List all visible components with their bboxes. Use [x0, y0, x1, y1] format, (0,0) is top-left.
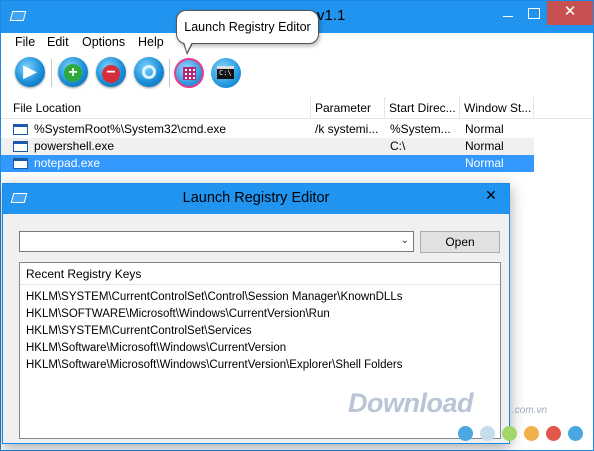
- toolbar-separator: [169, 59, 170, 87]
- list-item[interactable]: HKLM\SYSTEM\CurrentControlSet\Control\Se…: [26, 289, 402, 306]
- dialog-title: Launch Registry Editor: [182, 190, 330, 206]
- watermark-domain: .com.vn: [512, 405, 548, 416]
- add-icon[interactable]: +: [58, 57, 88, 87]
- dialog-close-button[interactable]: ✕: [474, 184, 508, 206]
- list-item[interactable]: notepad.exe Normal: [1, 155, 534, 172]
- list-item[interactable]: %SystemRoot%\System32\cmd.exe /k systemi…: [1, 121, 534, 138]
- watermark-dot: [568, 426, 583, 441]
- tooltip-tail-fill: [184, 42, 192, 52]
- column-file-location[interactable]: File Location: [9, 97, 311, 119]
- menu-help[interactable]: Help: [138, 35, 164, 49]
- menu-edit[interactable]: Edit: [47, 35, 69, 49]
- watermark-logo: Download: [348, 388, 474, 418]
- list-item[interactable]: HKLM\Software\Microsoft\Windows\CurrentV…: [26, 340, 286, 357]
- list-item[interactable]: HKLM\SYSTEM\CurrentControlSet\Services: [26, 323, 252, 340]
- menu-file[interactable]: File: [15, 35, 35, 49]
- command-prompt-icon[interactable]: C:\: [211, 58, 241, 88]
- remove-icon[interactable]: −: [96, 57, 126, 87]
- program-icon: [13, 158, 28, 169]
- main-window-title: v1.1: [317, 7, 346, 24]
- column-parameter[interactable]: Parameter: [311, 97, 385, 119]
- watermark-dot: [546, 426, 561, 441]
- list-header: File Location Parameter Start Direc... W…: [1, 97, 593, 119]
- chevron-down-icon[interactable]: ⌄: [401, 235, 409, 246]
- dialog-title-bar[interactable]: Launch Registry Editor ✕: [3, 184, 509, 214]
- column-start-directory[interactable]: Start Direc...: [385, 97, 460, 119]
- list-item[interactable]: HKLM\SOFTWARE\Microsoft\Windows\CurrentV…: [26, 306, 330, 323]
- list-item[interactable]: HKLM\Software\Microsoft\Windows\CurrentV…: [26, 357, 402, 374]
- open-button[interactable]: Open: [420, 231, 500, 253]
- watermark-dot: [480, 426, 495, 441]
- close-button[interactable]: ✕: [547, 1, 593, 25]
- program-icon: [13, 141, 28, 152]
- watermark-dot: [524, 426, 539, 441]
- toolbar: ▶ + − C:\: [1, 55, 593, 93]
- recent-keys-header: Recent Registry Keys: [20, 263, 500, 285]
- run-icon[interactable]: ▶: [15, 57, 45, 87]
- watermark-dot: [458, 426, 473, 441]
- window-icon: [9, 11, 27, 21]
- launch-registry-editor-icon[interactable]: [174, 58, 204, 88]
- column-window-state[interactable]: Window St...: [460, 97, 534, 119]
- program-icon: [13, 124, 28, 135]
- menu-options[interactable]: Options: [82, 35, 125, 49]
- maximize-button[interactable]: [521, 1, 547, 25]
- properties-icon[interactable]: [134, 57, 164, 87]
- registry-key-combo[interactable]: ⌄: [19, 231, 414, 252]
- toolbar-separator: [51, 59, 52, 87]
- tooltip: Launch Registry Editor: [176, 10, 319, 44]
- list-item[interactable]: powershell.exe C:\ Normal: [1, 138, 534, 155]
- watermark-dot: [502, 426, 517, 441]
- minimize-button[interactable]: [495, 1, 521, 25]
